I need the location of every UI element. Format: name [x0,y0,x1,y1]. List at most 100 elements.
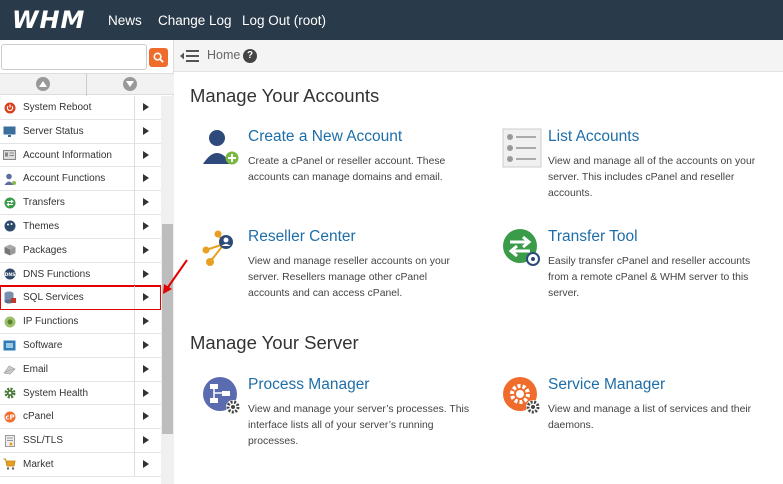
search-icon [153,52,164,63]
expand-arrow-icon[interactable] [143,269,149,278]
nav-change-log[interactable]: Change Log [158,0,232,40]
expand-arrow-icon[interactable] [143,198,149,207]
sidebar-search [0,42,172,72]
sidebar-item-transfers[interactable]: Transfers [0,191,161,215]
sidebar: System Reboot Server Status Account Info… [0,40,174,484]
card-title[interactable]: Process Manager [248,376,369,394]
divider [134,119,135,143]
card-title[interactable]: Reseller Center [248,228,356,246]
sidebar-item-label: Software [23,339,63,351]
gear-icon [3,387,16,400]
section-title-accounts: Manage Your Accounts [190,85,380,106]
search-input[interactable] [1,44,147,70]
divider [134,357,135,381]
certificate-icon [3,434,16,447]
section-title-server: Manage Your Server [190,332,359,353]
sidebar-item-cpanel[interactable]: cP cPanel [0,405,161,430]
card-title[interactable]: Transfer Tool [548,228,638,246]
divider [134,429,135,453]
sidebar-item-themes[interactable]: Themes [0,214,161,239]
divider [134,333,135,357]
service-icon [503,377,540,414]
search-button[interactable] [149,48,168,67]
sidebar-toggle-icon[interactable] [180,49,200,63]
expand-arrow-icon[interactable] [143,459,149,468]
sidebar-item-label: SQL Services [23,292,84,304]
collapse-down-button[interactable] [123,77,137,91]
sidebar-item-ssl-tls[interactable]: SSL/TLS [0,429,161,453]
sidebar-item-account-functions[interactable]: Account Functions [0,167,161,192]
divider [134,452,135,476]
breadcrumb-home[interactable]: Home [207,48,240,62]
chevron-up-icon [39,81,47,87]
sidebar-item-label: Account Functions [23,173,106,185]
divider [134,238,135,262]
expand-arrow-icon[interactable] [143,245,149,254]
sidebar-item-ip-functions[interactable]: IP Functions [0,310,161,334]
sidebar-item-email[interactable]: Email [0,357,161,382]
divider [134,310,135,334]
whm-logo[interactable]: WHM [12,6,85,34]
expand-arrow-icon[interactable] [143,388,149,397]
sidebar-item-packages[interactable]: Packages [0,238,161,263]
reseller-icon [202,230,233,266]
divider [134,262,135,286]
card-transfer-tool[interactable]: Transfer Tool Easily transfer cPanel and… [502,228,777,308]
card-create-account[interactable]: Create a New Account Create a cPanel or … [202,128,482,208]
card-description: Easily transfer cPanel and reseller acco… [548,256,751,299]
card-reseller-center[interactable]: Reseller Center View and manage reseller… [202,228,482,308]
sidebar-item-server-status[interactable]: Server Status [0,119,161,144]
process-icon [203,377,240,414]
expand-arrow-icon[interactable] [143,317,149,326]
card-description: Create a cPanel or reseller account. The… [248,156,446,183]
sidebar-item-label: Packages [23,244,67,256]
monitor-icon [3,125,16,138]
help-icon[interactable]: ? [243,49,257,63]
divider [134,191,135,215]
expand-arrow-icon[interactable] [143,150,149,159]
expand-arrow-icon[interactable] [143,221,149,230]
sidebar-item-label: Account Information [23,149,112,161]
sidebar-item-software[interactable]: Software [0,333,161,358]
card-title[interactable]: Create a New Account [248,128,402,146]
sidebar-item-system-health[interactable]: System Health [0,381,161,406]
collapse-up-button[interactable] [36,77,50,91]
divider [134,96,135,119]
divider [134,214,135,238]
card-title[interactable]: List Accounts [548,128,639,146]
nav-logout[interactable]: Log Out (root) [242,0,326,40]
expand-arrow-icon[interactable] [143,103,149,111]
expand-collapse-row [0,73,174,96]
sidebar-item-label: System Reboot [23,102,92,113]
card-description: View and manage reseller accounts on you… [248,256,450,299]
sidebar-item-label: DNS Functions [23,268,91,280]
sidebar-item-sql-services[interactable]: SQL Services [0,285,162,312]
sidebar-item-account-information[interactable]: Account Information [0,143,161,168]
expand-arrow-icon[interactable] [143,436,149,445]
card-description: View and manage all of the accounts on y… [548,156,756,199]
expand-arrow-icon[interactable] [143,340,149,349]
card-service-manager[interactable]: Service Manager View and manage a list o… [502,376,777,456]
cpanel-icon: cP [3,410,16,423]
expand-arrow-icon[interactable] [143,126,149,135]
expand-arrow-icon[interactable] [143,364,149,373]
card-process-manager[interactable]: Process Manager View and manage your ser… [202,376,482,456]
software-icon [3,339,16,352]
divider [134,286,135,310]
svg-text:DNS: DNS [4,272,15,278]
svg-text:cP: cP [5,413,14,421]
sidebar-item-label: Market [23,458,54,470]
card-title[interactable]: Service Manager [548,376,665,394]
expand-arrow-icon[interactable] [143,293,149,302]
expand-arrow-icon[interactable] [143,412,149,421]
scrollbar-thumb[interactable] [162,224,173,434]
add-user-icon [203,130,239,165]
sidebar-item-system-reboot[interactable]: System Reboot [0,96,161,120]
card-list-accounts[interactable]: List Accounts View and manage all of the… [502,128,777,208]
sidebar-item-market[interactable]: Market [0,452,161,477]
nav-news[interactable]: News [108,0,142,40]
divider [134,167,135,191]
id-card-icon [3,149,16,162]
expand-arrow-icon[interactable] [143,174,149,183]
sidebar-item-dns-functions[interactable]: DNS DNS Functions [0,262,161,287]
